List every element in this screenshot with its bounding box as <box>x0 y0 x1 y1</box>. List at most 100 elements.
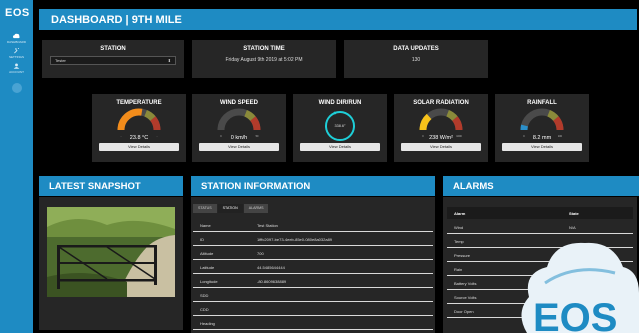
view-details-button[interactable]: View Details <box>401 143 481 151</box>
view-details-button[interactable]: View Details <box>99 143 179 151</box>
station-info-title: STATION INFORMATION <box>201 181 311 192</box>
gauge-fill <box>520 124 528 131</box>
gauge-fill <box>117 108 143 131</box>
sidebar-item-settings[interactable]: SETTINGS <box>0 48 33 59</box>
gauge-fill <box>419 113 432 131</box>
sidebar-item-label: DASHBOARD <box>6 40 26 44</box>
gauge-danger-zone <box>149 116 161 131</box>
sidebar-item-label: ACCOUNT <box>9 70 24 74</box>
table-row: Altitude 700 <box>193 247 433 260</box>
alarm-name: Source Volts <box>454 295 477 300</box>
sidebar: EOS DASHBOARD SETTINGS ACCOUNT <box>0 0 33 333</box>
state-column-header: State <box>569 211 579 216</box>
snapshot-image[interactable] <box>47 207 175 297</box>
sidebar-item-account[interactable]: ACCOUNT <box>0 63 33 74</box>
gauge-card: TEMPERATURE 23.8 °C - - View Details <box>92 94 186 162</box>
gauge-warn-zone <box>547 110 559 121</box>
table-row: CDD <box>193 303 433 316</box>
station-select[interactable]: Tester ⬍ <box>50 56 176 65</box>
gauge-card: WIND DIR/RUN 338.6° View Details <box>293 94 387 162</box>
gauge-value: 338.6° <box>334 124 346 128</box>
data-updates-card: DATA UPDATES 130 <box>344 40 488 78</box>
gauge-min-label: 0 <box>422 135 424 138</box>
alarm-name: Rain <box>454 267 463 272</box>
station-info-tabs: STATUS STATION ALARMS <box>193 204 269 213</box>
gauge-min-label: - <box>121 135 122 138</box>
table-row: SDD <box>193 289 433 302</box>
alarms-title: ALARMS <box>453 181 494 192</box>
gauge-value: 238 W/m² <box>429 135 453 141</box>
gauge-danger-zone <box>249 116 261 131</box>
row-label: Longitude <box>200 279 218 284</box>
table-row: Name Test Station <box>193 219 433 232</box>
table-row: Heading <box>193 317 433 330</box>
page-header: DASHBOARD | 9TH MILE <box>39 9 637 30</box>
view-details-button[interactable]: View Details <box>502 143 582 151</box>
alarm-name: Battery Volts <box>454 281 477 286</box>
sidebar-item-label: SETTINGS <box>8 55 24 59</box>
station-time-title: STATION TIME <box>243 46 285 52</box>
gauge-danger-zone <box>451 116 463 131</box>
user-icon <box>13 63 20 69</box>
station-select-value: Tester <box>55 58 66 63</box>
view-details-button[interactable]: View Details <box>300 143 380 151</box>
tab-alarms[interactable]: ALARMS <box>243 204 269 213</box>
app-logo[interactable]: EOS <box>5 7 30 19</box>
station-card: STATION Tester ⬍ <box>42 40 184 78</box>
alarms-table-header: Alarm State <box>447 207 633 219</box>
alarm-name: Door Open <box>454 309 474 314</box>
gauge-max-label: 50 <box>256 135 259 138</box>
alarms-header: ALARMS <box>443 176 639 196</box>
data-updates-value: 130 <box>411 57 421 63</box>
station-time-value: Friday August 9th 2019 at 5:02 PM <box>225 57 303 63</box>
circle-icon[interactable] <box>12 83 22 93</box>
gauge-dial: 338.6° <box>325 111 355 141</box>
gauge-warn-zone <box>244 110 256 121</box>
gauge-warn-zone <box>446 110 458 121</box>
row-label: ID <box>200 237 204 242</box>
view-details-button[interactable]: View Details <box>199 143 279 151</box>
gauge-danger-zone <box>552 116 564 131</box>
svg-text:EOS: EOS <box>533 296 617 333</box>
row-label: Name <box>200 223 211 228</box>
app-window: EOS DASHBOARD SETTINGS ACCOUNT DASHBOARD… <box>0 0 639 333</box>
row-value: 1fffc2097-be73-4eeb-85e0-080e8a032a89 <box>257 237 333 242</box>
row-value: Test Station <box>257 223 278 228</box>
gauge-dial: 0 km/h 0 50 <box>217 108 261 141</box>
data-updates-title: DATA UPDATES <box>393 46 439 52</box>
compass-marker <box>333 111 337 115</box>
wrench-icon <box>14 48 20 54</box>
tab-station[interactable]: STATION <box>217 204 243 213</box>
row-label: Altitude <box>200 251 214 256</box>
gauge-max-label: 1000 <box>456 135 462 138</box>
gauge-dial: 23.8 °C - - <box>117 108 161 141</box>
eos-watermark-logo: EOS <box>521 242 639 333</box>
station-time-card: STATION TIME Friday August 9th 2019 at 5… <box>192 40 336 78</box>
alarm-name: Pressure <box>454 253 471 258</box>
gauge-dial: 238 W/m² 0 1000 <box>419 108 463 141</box>
page-title: DASHBOARD | 9TH MILE <box>51 14 182 26</box>
row-value: 700 <box>257 251 264 256</box>
table-row: ID 1fffc2097-be73-4eeb-85e0-080e8a032a89 <box>193 233 433 246</box>
snapshot-title: LATEST SNAPSHOT <box>49 181 141 192</box>
gauge-min-label: 0 <box>220 135 222 138</box>
sidebar-item-dashboard[interactable]: DASHBOARD <box>0 33 33 44</box>
gauge-card: SOLAR RADIATION 238 W/m² 0 1000 View Details <box>394 94 488 162</box>
cloud-icon <box>13 33 20 39</box>
alarm-column-header: Alarm <box>454 211 466 216</box>
row-label: Latitude <box>200 265 215 270</box>
gauge-value: 0 km/h <box>231 135 248 141</box>
station-info-header: STATION INFORMATION <box>191 176 435 196</box>
row-label: SDD <box>200 293 209 298</box>
alarm-name: Wind <box>454 225 464 230</box>
row-label: CDD <box>200 307 209 312</box>
gauge-max-label: - <box>157 135 158 138</box>
gauge-value: 23.8 °C <box>130 135 148 141</box>
gauge-card: WIND SPEED 0 km/h 0 50 View Details <box>192 94 286 162</box>
table-row: Longitude -80.8609638889 <box>193 275 433 288</box>
tab-status[interactable]: STATUS <box>193 204 217 213</box>
gauge-dial: 8.2 mm 0 100 <box>520 108 564 141</box>
snapshot-panel <box>39 197 183 330</box>
row-value: -80.8609638889 <box>257 279 287 284</box>
station-title: STATION <box>100 46 126 52</box>
